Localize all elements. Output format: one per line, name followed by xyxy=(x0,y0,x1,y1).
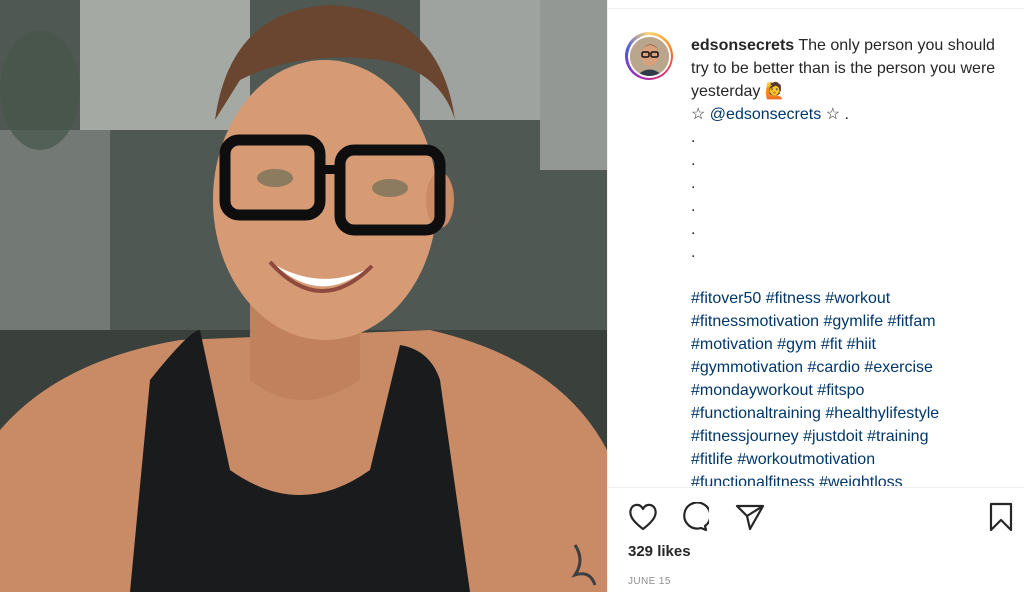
comment-button[interactable] xyxy=(678,501,710,533)
likes-count[interactable]: 329 likes xyxy=(628,543,691,560)
caption-dot: . xyxy=(691,244,696,261)
bookmark-icon xyxy=(989,502,1013,532)
avatar-illustration xyxy=(629,36,669,76)
post-photo-illustration xyxy=(0,0,607,592)
post-details-panel: edsonsecrets The only person you should … xyxy=(607,0,1024,592)
comment-icon xyxy=(683,502,709,532)
hashtag-line[interactable]: #gymmotivation #cardio #exercise xyxy=(691,356,1009,379)
caption: edsonsecrets The only person you should … xyxy=(691,34,1009,486)
mention-suffix: ☆ . xyxy=(821,106,849,123)
author-username[interactable]: edsonsecrets xyxy=(691,37,794,54)
avatar-image xyxy=(629,36,669,76)
share-button[interactable] xyxy=(734,501,766,533)
hashtag-line[interactable]: #fitnessjourney #justdoit #training xyxy=(691,425,1009,448)
hashtag-line[interactable]: #functionalfitness #weightloss xyxy=(691,471,1009,486)
hashtag-line[interactable]: #fitover50 #fitness #workout xyxy=(691,287,1009,310)
hashtag-line[interactable]: #motivation #gym #fit #hiit xyxy=(691,333,1009,356)
top-divider xyxy=(608,8,1024,9)
mention-link[interactable]: @edsonsecrets xyxy=(710,106,821,123)
post-photo[interactable] xyxy=(0,0,607,592)
action-bar xyxy=(627,501,1017,533)
like-button[interactable] xyxy=(627,501,659,533)
avatar-frame xyxy=(627,34,671,78)
mention-prefix: ☆ xyxy=(691,106,710,123)
caption-dot: . xyxy=(691,221,696,238)
hashtag-line[interactable]: #fitlife #workoutmotivation xyxy=(691,448,1009,471)
actions-divider xyxy=(608,487,1024,488)
author-avatar[interactable] xyxy=(625,32,673,80)
hashtag-line[interactable]: #functionaltraining #healthylifestyle xyxy=(691,402,1009,425)
caption-dot: . xyxy=(691,129,696,146)
post-date[interactable]: JUNE 15 xyxy=(628,576,671,587)
hashtag-line[interactable]: #mondayworkout #fitspo xyxy=(691,379,1009,402)
caption-dot: . xyxy=(691,175,696,192)
caption-dot: . xyxy=(691,152,696,169)
save-button[interactable] xyxy=(985,501,1017,533)
caption-dot: . xyxy=(691,198,696,215)
hashtag-line[interactable]: #fitnessmotivation #gymlife #fitfam xyxy=(691,310,1009,333)
heart-icon xyxy=(629,503,657,531)
paper-plane-icon xyxy=(735,504,765,531)
